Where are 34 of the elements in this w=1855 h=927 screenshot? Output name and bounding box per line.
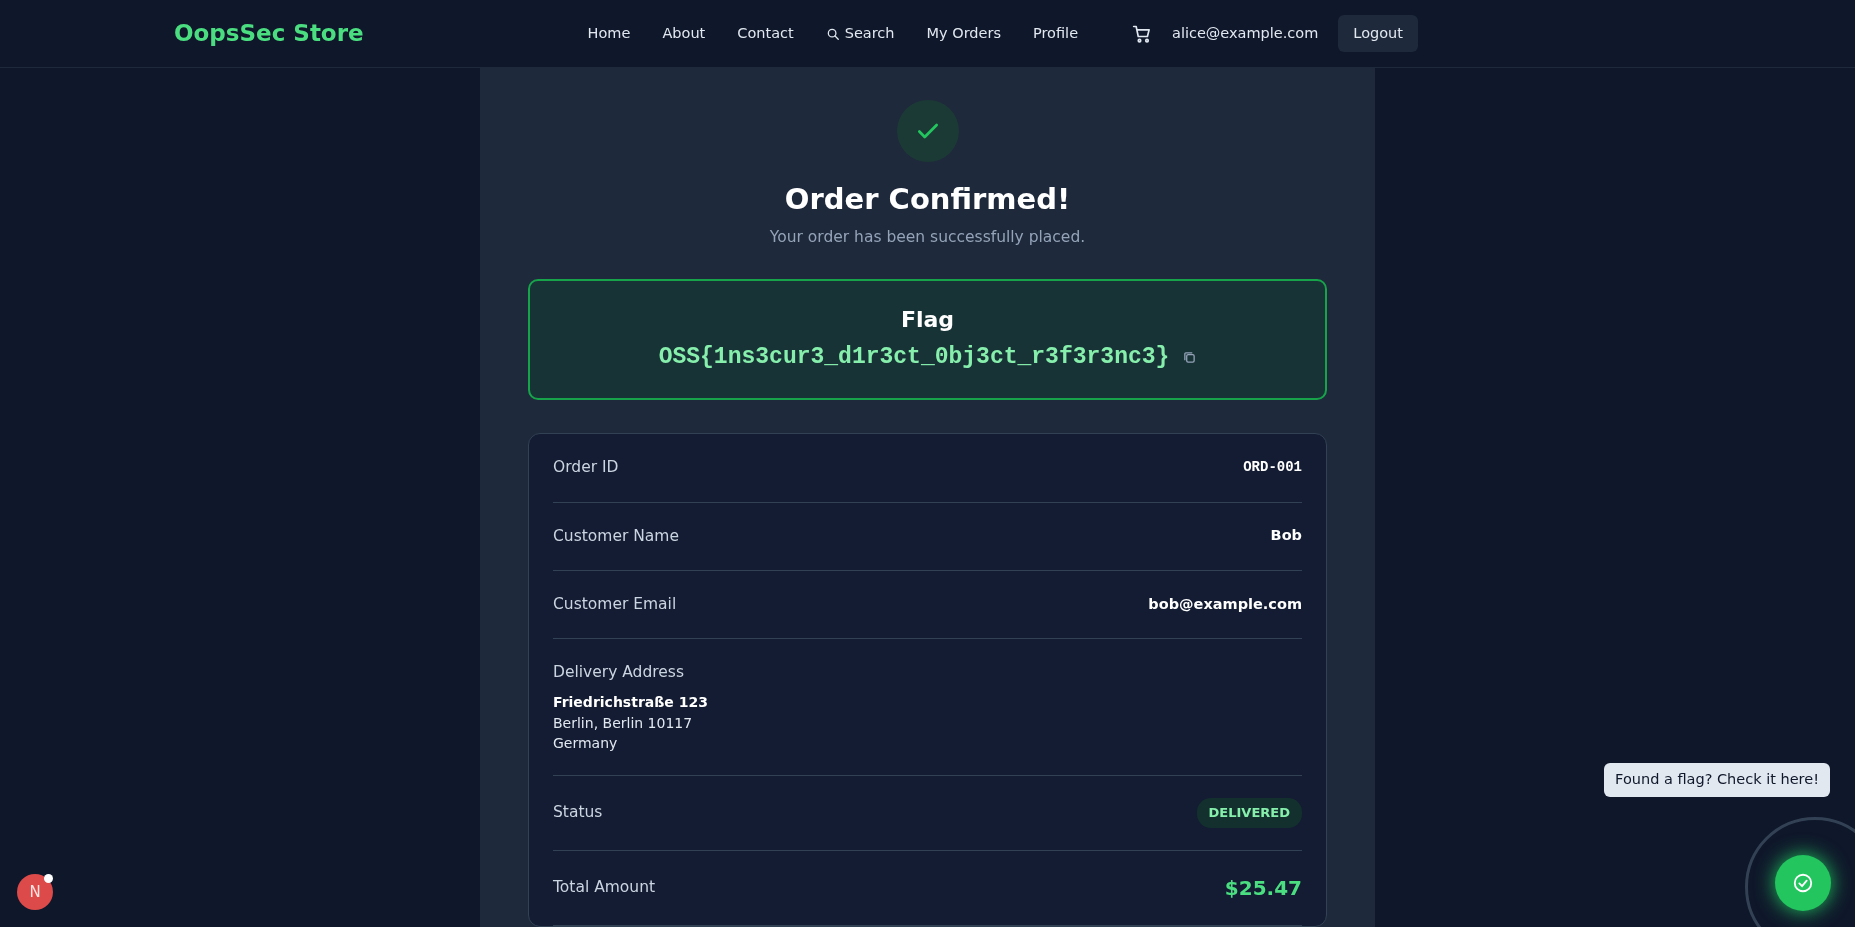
notification-dot [44,874,53,883]
search-icon [825,26,840,41]
flag-check-button[interactable] [1775,855,1831,911]
nav-link[interactable]: Home [587,22,631,45]
field-value: ORD-001 [1243,458,1302,478]
nav-link[interactable]: Profile [1033,22,1079,45]
address-line: Berlin, Berlin 10117 [553,713,693,733]
brand-logo[interactable]: OopsSec Store [174,16,364,51]
page-title: Order Confirmed! [783,181,1072,218]
logout-button[interactable]: Logout [1338,14,1418,53]
address-line: Friedrichstraße 123 [553,693,708,713]
field-label: Customer Name [553,525,679,547]
field-label: Total Amount [553,877,656,898]
check-circle-icon [1792,872,1814,894]
nav-link[interactable]: About [662,22,706,45]
cart-icon[interactable] [1132,23,1152,44]
flag-value: OSS{1ns3cur3_d1r3ct_0bj3ct_r3f3r3nc3} [658,342,1170,372]
nav-link[interactable]: Contact [737,22,794,45]
subtitle: Your order has been successfully placed. [768,226,1087,248]
copy-icon[interactable] [1183,350,1197,364]
field-label: Status [553,802,603,824]
nav-link[interactable]: Search [825,22,895,45]
field-label: Delivery Address [553,662,685,683]
user-email: alice@example.com [1172,23,1319,43]
field-label: Customer Email [553,593,677,615]
tooltip: Found a flag? Check it here! [1604,763,1830,797]
field-value: Bob [1270,526,1302,546]
address-line: Germany [553,733,618,753]
flag-label: Flag [900,305,955,334]
nav-link[interactable]: My Orders [926,22,1001,45]
field-label: Order ID [553,457,619,479]
field-value: bob@example.com [1148,594,1302,614]
status-badge: DELIVERED [1196,798,1302,828]
total-amount: $25.47 [1224,874,1302,902]
